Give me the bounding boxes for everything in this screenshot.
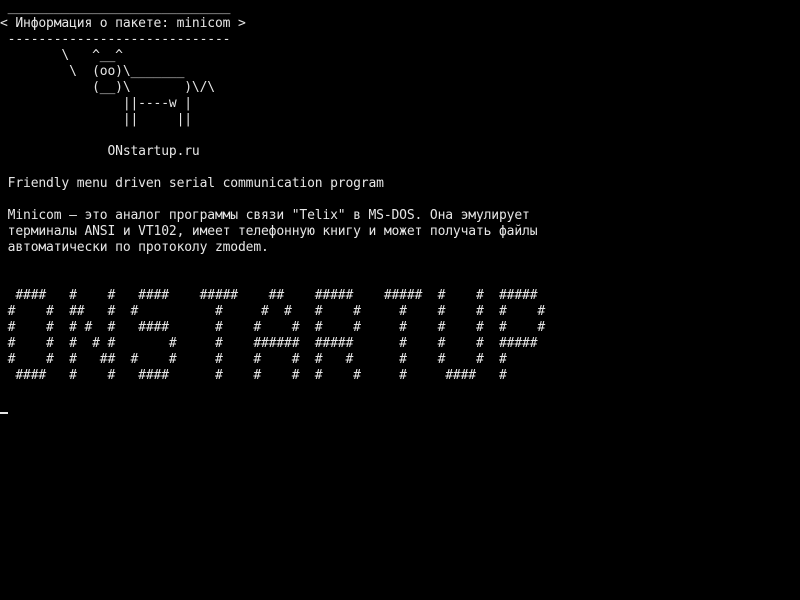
cow-ascii-line-2: \ (oo)\_______ <box>0 64 185 79</box>
cow-bubble-bottom: ----------------------------- <box>0 32 231 47</box>
cow-ascii-line-5: || || <box>0 112 192 127</box>
banner-line-6: #### # # #### # # # # # # #### # <box>0 368 507 383</box>
cow-bubble-text: < Информация о пакете: minicom > <box>0 16 246 31</box>
description-line-2: терминалы ANSI и VT102, имеет телефонную… <box>0 224 538 239</box>
cow-ascii-line-3: (__)\ )\/\ <box>0 80 215 95</box>
text-cursor <box>0 412 8 414</box>
description-line-1: Minicom — это аналог программы связи "Te… <box>0 208 530 223</box>
terminal-screen[interactable]: _____________________________ < Информац… <box>0 0 800 600</box>
package-summary: Friendly menu driven serial communicatio… <box>0 176 384 191</box>
banner-line-3: # # # # # #### # # # # # # # # # # <box>0 320 546 335</box>
banner-line-2: # # ## # # # # # # # # # # # # <box>0 304 546 319</box>
site-name: ONstartup.ru <box>0 144 200 159</box>
cow-ascii-line-4: ||----w | <box>0 96 192 111</box>
description-line-3: автоматически по протоколу zmodem. <box>0 240 269 255</box>
cow-ascii-line-1: \ ^__^ <box>0 48 123 63</box>
cow-bubble-top: _____________________________ <box>0 0 231 15</box>
banner-line-5: # # # ## # # # # # # # # # # # <box>0 352 507 367</box>
banner-line-1: #### # # #### ##### ## ##### ##### # # #… <box>0 288 538 303</box>
banner-line-4: # # # # # # # ###### ##### # # # ##### <box>0 336 538 351</box>
